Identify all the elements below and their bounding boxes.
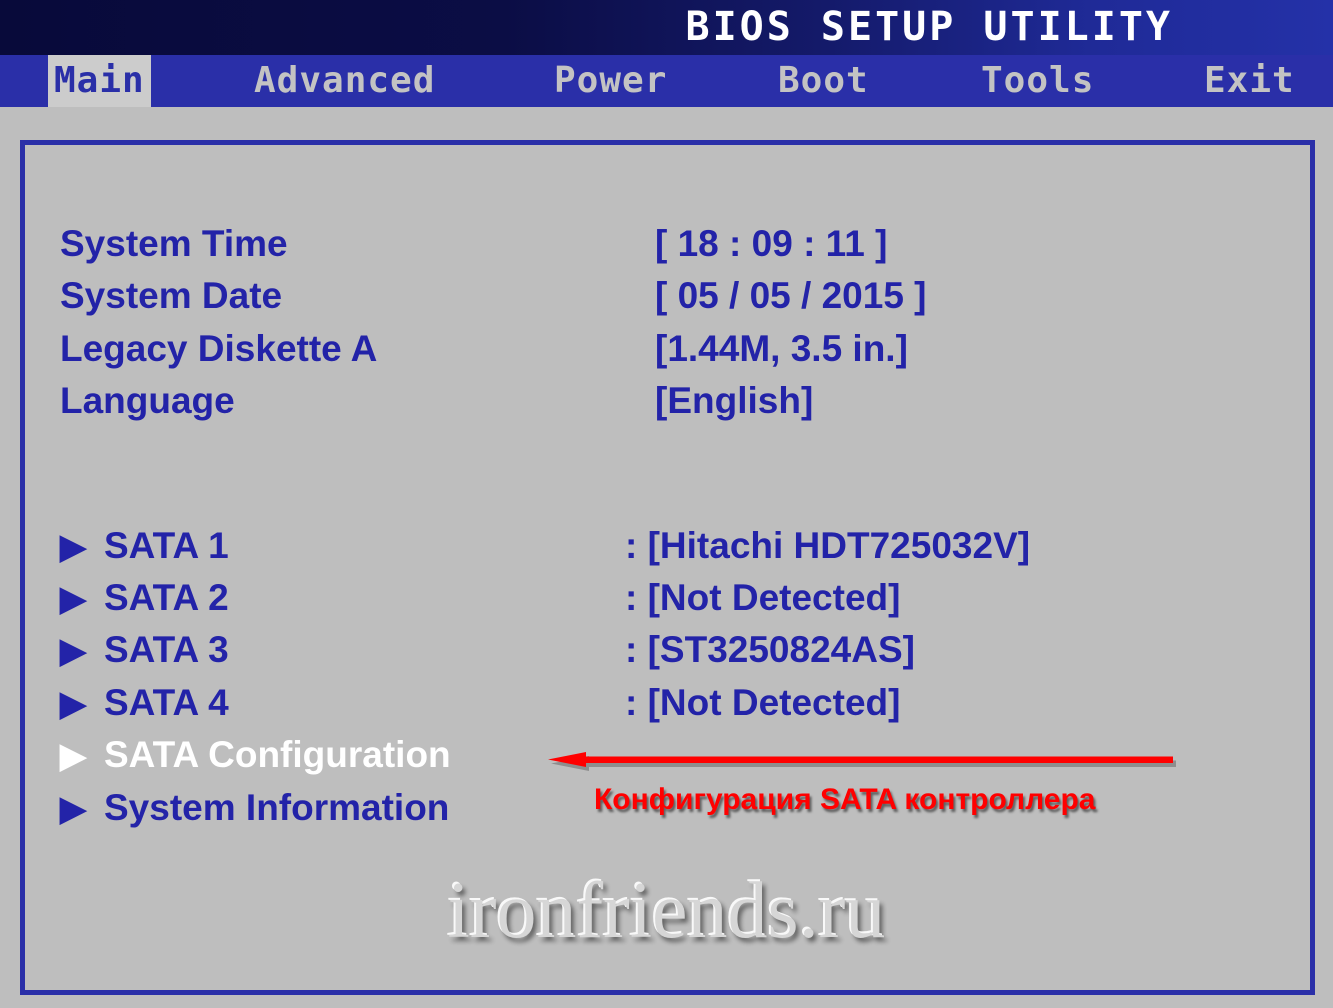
- submenu-triangle-icon: ▶: [60, 580, 87, 618]
- submenu-item-sata-1[interactable]: ▶ SATA 1: [60, 524, 229, 569]
- annotation-arrow-icon: [548, 752, 1176, 771]
- tab-main[interactable]: Main: [48, 55, 151, 107]
- setting-value-system-time[interactable]: [ 18 : 09 : 11 ]: [655, 222, 887, 266]
- submenu-value-sata-1: : [Hitachi HDT725032V]: [625, 525, 1031, 566]
- setting-label-system-time: System Time: [60, 223, 288, 264]
- submenu-label-system-information: System Information: [104, 787, 450, 828]
- submenu-label-sata-4: SATA 4: [104, 682, 229, 723]
- submenu-item-sata-configuration[interactable]: ▶ SATA Configuration: [60, 733, 451, 778]
- submenu-label-sata-2: SATA 2: [104, 577, 229, 618]
- submenu-label-sata-1: SATA 1: [104, 525, 229, 566]
- submenu-item-sata-2[interactable]: ▶ SATA 2: [60, 576, 229, 621]
- tab-boot[interactable]: Boot: [772, 55, 875, 107]
- submenu-triangle-icon: ▶: [60, 790, 87, 828]
- submenu-label-sata-configuration: SATA Configuration: [104, 734, 451, 775]
- setting-value-language[interactable]: [English]: [655, 379, 813, 423]
- submenu-item-sata-4[interactable]: ▶ SATA 4: [60, 681, 229, 726]
- submenu-label-sata-3: SATA 3: [104, 629, 229, 670]
- setting-label-system-date: System Date: [60, 275, 283, 316]
- setting-label-language: Language: [60, 380, 235, 421]
- setting-value-system-date[interactable]: [ 05 / 05 / 2015 ]: [655, 274, 927, 318]
- submenu-value-sata-4: : [Not Detected]: [625, 682, 901, 723]
- setting-label-legacy-diskette-a: Legacy Diskette A: [60, 328, 378, 369]
- submenu-triangle-icon: ▶: [60, 632, 87, 670]
- tab-exit[interactable]: Exit: [1198, 55, 1301, 107]
- submenu-value-sata-3: : [ST3250824AS]: [625, 629, 915, 670]
- tab-advanced[interactable]: Advanced: [248, 55, 441, 107]
- submenu-item-system-information[interactable]: ▶ System Information: [60, 786, 449, 831]
- setting-value-legacy-diskette-a[interactable]: [1.44M, 3.5 in.]: [655, 327, 908, 371]
- submenu-value-sata-2: : [Not Detected]: [625, 577, 901, 618]
- tab-tools[interactable]: Tools: [975, 55, 1100, 107]
- submenu-triangle-icon: ▶: [60, 737, 87, 775]
- page-title: BIOS SETUP UTILITY: [685, 4, 1173, 50]
- title-bar: BIOS SETUP UTILITY: [0, 0, 1333, 55]
- bios-setup-screen: BIOS SETUP UTILITY Main Advanced Power B…: [0, 0, 1333, 1008]
- watermark: ironfriends.ru: [447, 867, 886, 955]
- submenu-item-sata-3[interactable]: ▶ SATA 3: [60, 628, 229, 673]
- menu-bar: Main Advanced Power Boot Tools Exit: [0, 55, 1333, 107]
- submenu-triangle-icon: ▶: [60, 528, 87, 566]
- submenu-triangle-icon: ▶: [60, 685, 87, 723]
- tab-power[interactable]: Power: [548, 55, 673, 107]
- annotation-text: Конфигурация SATA контроллера: [594, 783, 1096, 816]
